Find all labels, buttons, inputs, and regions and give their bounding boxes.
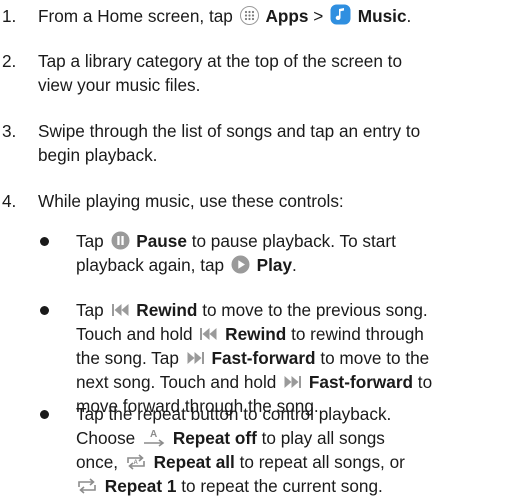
repeat-off-label: Repeat off (172, 428, 257, 448)
step-text: While playing music, use these controls: (38, 191, 344, 211)
rewind-label: Rewind (136, 300, 198, 320)
repeat-off-icon: A (144, 429, 165, 447)
apps-grid-icon (239, 6, 259, 25)
svg-text:A: A (150, 429, 157, 440)
music-label: Music (357, 6, 407, 26)
rewind-icon (111, 304, 128, 316)
repeat-all-label: Repeat all (153, 452, 235, 472)
play-label: Play (256, 255, 293, 275)
pause-label: Pause (136, 231, 187, 251)
bullet-text: Tap Pause to pause playback. To start pl… (76, 231, 396, 275)
rewind-icon (200, 328, 217, 340)
bullet-dot (40, 237, 49, 246)
rewind-label: Rewind (225, 324, 287, 344)
apps-label: Apps (265, 6, 309, 26)
step-number: 4. (2, 191, 17, 211)
bullet-dot (40, 306, 49, 315)
bullet-text: Tap the repeat button to control playbac… (76, 404, 405, 496)
repeat-one-label: Repeat 1 (104, 476, 177, 496)
step-number: 3. (2, 121, 17, 141)
repeat-all-icon: A (127, 454, 145, 470)
step-number: 2. (2, 51, 17, 71)
play-icon (231, 255, 250, 274)
music-note-icon (330, 4, 351, 25)
svg-text:A: A (133, 460, 138, 466)
fast-forward-icon (187, 352, 204, 364)
pause-icon (111, 231, 129, 250)
repeat-one-icon (78, 478, 96, 494)
bullet-dot (40, 410, 49, 419)
step-number: 1. (2, 6, 17, 26)
fast-forward-icon (284, 376, 302, 388)
step-text: From a Home screen, tap Apps > Music. (38, 4, 412, 26)
fast-forward-label: Fast-forward (211, 348, 316, 368)
fast-forward-label: Fast-forward (308, 372, 414, 392)
step-text: Tap a library category at the top of the… (38, 51, 403, 95)
bullet-text: Tap Rewind to move to the previous song.… (76, 300, 433, 416)
step-text: Swipe through the list of songs and tap … (38, 121, 421, 165)
music-instructions: 1. From a Home screen, tap Apps > Music.… (0, 0, 513, 499)
